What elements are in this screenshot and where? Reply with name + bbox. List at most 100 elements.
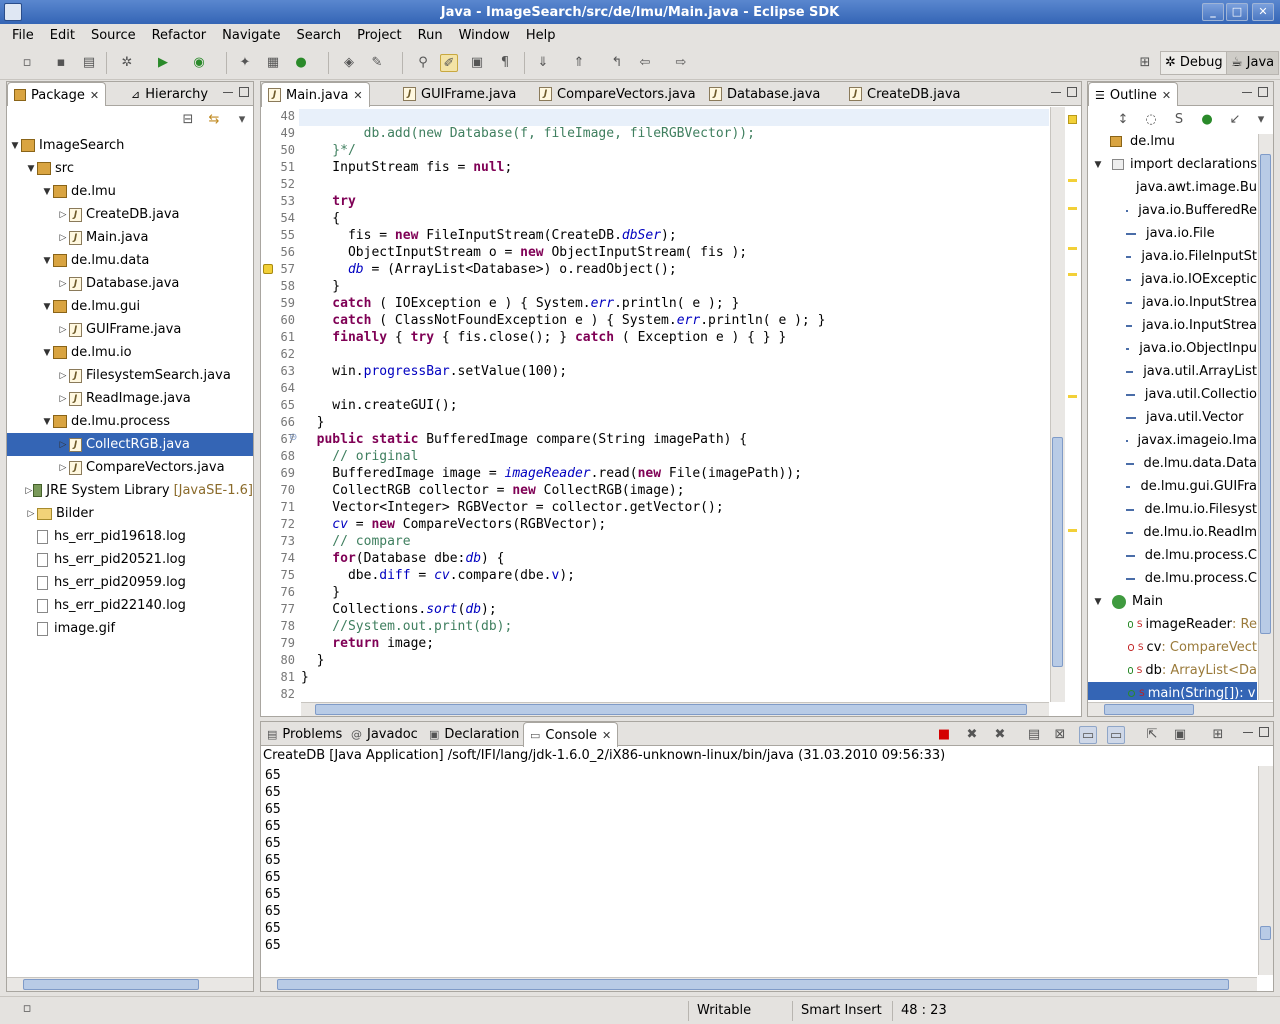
outline-item[interactable]: de.lmu [1088,130,1257,153]
outline-item[interactable]: java.io.File [1088,222,1257,245]
pin-console-icon[interactable]: ⇱ [1143,726,1161,744]
outline-item[interactable]: java.io.InputStrea [1088,291,1257,314]
tree-item[interactable]: hs_err_pid22140.log [7,594,253,617]
chevron-right-icon[interactable]: ▷ [57,394,69,404]
open-perspective-icon[interactable]: ⊞ [1136,54,1154,72]
minimize-view-icon[interactable] [1243,732,1253,734]
hide-static-icon[interactable]: S [1170,111,1188,129]
minimize-editor-icon[interactable] [1051,92,1061,94]
chevron-down-icon[interactable]: ▼ [41,417,53,427]
next-annotation-icon[interactable]: ⇓ [534,54,552,72]
console-tab[interactable]: ▣ Declaration [423,722,525,746]
previous-annotation-icon[interactable]: ⇑ [570,54,588,72]
tree-item[interactable]: ▷ J Database.java [7,272,253,295]
last-edit-icon[interactable]: ↰ [608,54,626,72]
open-console-icon[interactable]: ⊞ [1209,726,1227,744]
chevron-down-icon[interactable]: ▼ [41,187,53,197]
search-icon[interactable]: ✎ [368,54,386,72]
chevron-right-icon[interactable]: ▷ [57,233,69,243]
outline-item[interactable]: de.lmu.io.Filesyst [1088,498,1257,521]
hide-nonpublic-icon[interactable]: ● [1198,111,1216,129]
tree-item[interactable]: ▷ J Main.java [7,226,253,249]
tree-item[interactable]: ▼ de.lmu.io [7,341,253,364]
chevron-right-icon[interactable]: ▷ [57,371,69,381]
outline-item[interactable]: java.util.Vector [1088,406,1257,429]
block-selection-icon[interactable]: ▣ [468,54,486,72]
tree-item[interactable]: ▷ J ReadImage.java [7,387,253,410]
chevron-down-icon[interactable]: ▼ [1092,160,1104,170]
java-perspective-button[interactable]: ☕ Java [1226,51,1280,75]
view-menu-icon[interactable]: ▾ [1252,111,1270,129]
view-menu-icon[interactable]: ▾ [233,111,251,129]
tree-item[interactable]: hs_err_pid20521.log [7,548,253,571]
console-tab[interactable]: ▭ Console ✕ [523,722,619,747]
warning-icon[interactable] [263,264,273,274]
editor-tab[interactable]: J Database.java [703,82,826,106]
outline-item[interactable]: Smain(String[]) : v [1088,682,1257,700]
maximize-view-icon[interactable] [1258,87,1268,97]
tree-item[interactable]: ▼ de.lmu.data [7,249,253,272]
chevron-down-icon[interactable]: ▼ [41,348,53,358]
outline-item[interactable]: ▼ Main [1088,590,1257,613]
outline-item[interactable]: java.io.BufferedRe [1088,199,1257,222]
tree-item[interactable]: ▼ de.lmu.gui [7,295,253,318]
show-whitespace-icon[interactable]: ¶ [496,54,514,72]
tree-item[interactable]: ▼ de.lmu [7,180,253,203]
close-tab-icon[interactable]: ✕ [1162,89,1171,102]
outline-item[interactable]: de.lmu.gui.GUIFra [1088,475,1257,498]
outline-item[interactable]: java.io.IOExceptic [1088,268,1257,291]
outline-item[interactable]: de.lmu.process.C [1088,544,1257,567]
maximize-view-icon[interactable] [239,87,249,97]
outline-hscrollbar[interactable] [1088,702,1273,716]
outline-item[interactable]: java.util.Collectio [1088,383,1257,406]
editor-tab[interactable]: J CreateDB.java [843,82,967,106]
chevron-down-icon[interactable]: ▼ [9,141,21,151]
close-tab-icon[interactable]: ✕ [90,89,99,102]
terminate-icon[interactable]: ■ [935,726,953,744]
outline-item[interactable]: java.io.FileInputSt [1088,245,1257,268]
chevron-down-icon[interactable]: ▼ [25,164,37,174]
outline-item[interactable]: ▼ import declarations [1088,153,1257,176]
chevron-right-icon[interactable]: ▷ [57,463,69,473]
console-output[interactable]: 65 65 65 65 65 65 65 65 65 65 65 [261,766,1257,975]
menu-window[interactable]: Window [451,28,518,43]
mark-occurrences-icon[interactable]: ✐ [440,54,458,72]
outline-item[interactable]: javax.imageio.Ima [1088,429,1257,452]
tree-item[interactable]: image.gif [7,617,253,640]
menu-edit[interactable]: Edit [42,28,83,43]
close-window-button[interactable]: ✕ [1252,3,1274,21]
chevron-right-icon[interactable]: ▷ [57,325,69,335]
editor-vscrollbar[interactable] [1050,107,1065,702]
scroll-lock-icon[interactable]: ⊠ [1051,726,1069,744]
chevron-right-icon[interactable]: ▷ [57,440,69,450]
fast-view-icon[interactable]: ▫ [18,1000,36,1018]
tree-item[interactable]: ▷ J CollectRGB.java [7,433,253,456]
outline-item[interactable]: SimageReader : Re [1088,613,1257,636]
tree-item[interactable]: ▷ J FilesystemSearch.java [7,364,253,387]
tree-item[interactable]: ▷ J GUIFrame.java [7,318,253,341]
outline-item[interactable]: java.io.ObjectInpu [1088,337,1257,360]
menu-project[interactable]: Project [349,28,409,43]
console-tab[interactable]: ▤ Problems [261,722,348,746]
editor-tab[interactable]: J GUIFrame.java [397,82,522,106]
maximize-editor-icon[interactable] [1067,87,1077,97]
code-text[interactable]: Vector<Integer> fileRGBVector = new Coll… [299,107,1049,702]
maximize-view-icon[interactable] [1259,727,1269,737]
chevron-right-icon[interactable]: ▷ [57,279,69,289]
external-tools-icon[interactable]: ◉ [190,54,208,72]
editor-hscrollbar[interactable] [301,702,1049,716]
menu-refactor[interactable]: Refactor [144,28,215,43]
toggle-markers-icon[interactable]: ⚲ [414,54,432,72]
run-icon[interactable]: ▶ [154,54,172,72]
minimize-view-icon[interactable] [1242,92,1252,94]
tab-outline[interactable]: ☰ Outline ✕ [1088,82,1179,107]
new-java-project-icon[interactable]: ✦ [236,54,254,72]
menu-navigate[interactable]: Navigate [214,28,288,43]
link-with-editor-icon[interactable]: ⇆ [205,111,223,129]
tree-item[interactable]: hs_err_pid20959.log [7,571,253,594]
print-icon[interactable]: ▤ [80,54,98,72]
tree-item[interactable]: ▼ de.lmu.process [7,410,253,433]
outline-item[interactable]: de.lmu.process.C [1088,567,1257,590]
package-hscrollbar[interactable] [7,977,253,991]
outline-item[interactable]: de.lmu.io.ReadIm [1088,521,1257,544]
